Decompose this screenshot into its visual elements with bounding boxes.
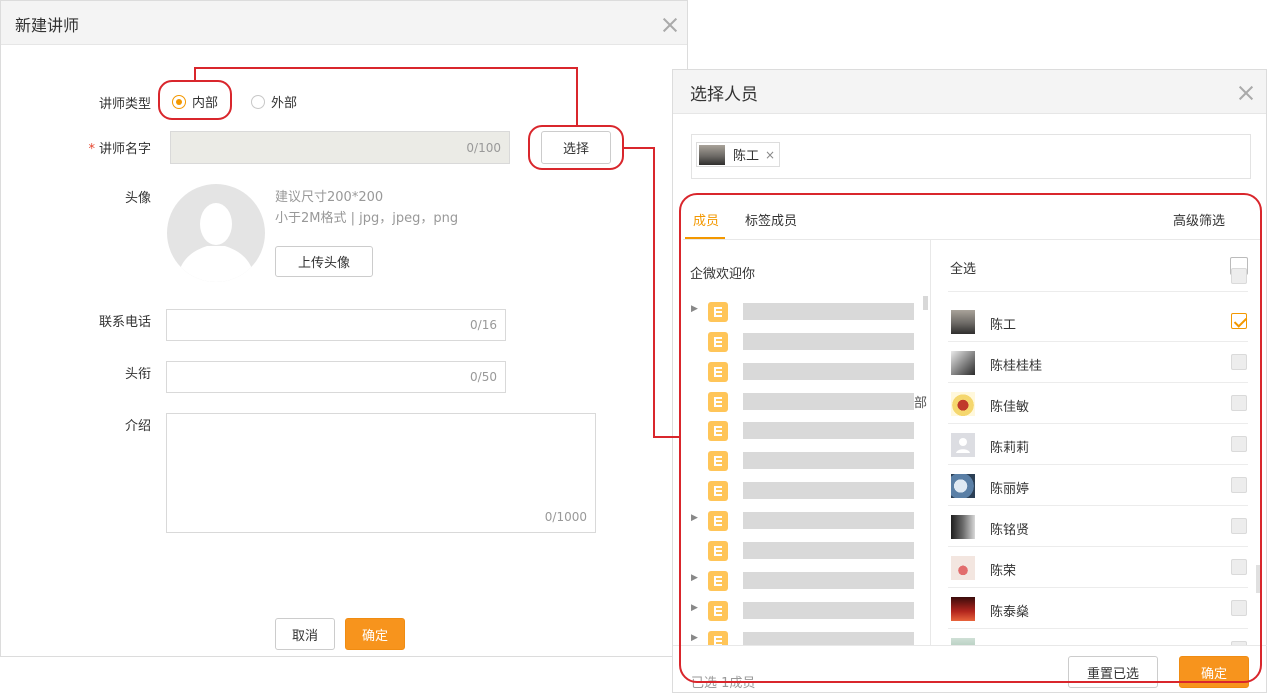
avatar-format-hint: 小于2M格式 | jpg，jpeg，png — [275, 211, 459, 226]
avatar-label: 头像 — [124, 191, 151, 206]
lecturer-name-label-text: 讲师名字 — [98, 142, 151, 157]
title-label: 头衔 — [124, 367, 151, 382]
close-icon[interactable] — [1238, 85, 1254, 101]
radio-dot — [251, 94, 265, 109]
annotation-internal-highlight — [158, 80, 232, 120]
cancel-button[interactable]: 取消 — [275, 618, 335, 650]
remove-chip-icon[interactable]: × — [765, 148, 775, 162]
radio-external-label: 外部 — [271, 96, 298, 111]
intro-textarea[interactable]: 0/1000 — [166, 413, 596, 533]
required-mark: * — [88, 142, 95, 157]
radio-external[interactable]: 外部 — [251, 92, 297, 111]
new-lecturer-dialog: 新建讲师 讲师类型 内部 外部 * 讲师名字 0/100 选择 头像 建议尺寸20… — [0, 0, 688, 657]
lecturer-name-input[interactable]: 0/100 — [170, 131, 510, 164]
annotation-connector — [194, 67, 196, 81]
lecturer-name-label: * 讲师名字 — [51, 138, 151, 157]
chip-name: 陈工 — [733, 149, 760, 164]
annotation-connector — [653, 147, 655, 438]
close-icon[interactable] — [662, 17, 678, 33]
phone-label: 联系电话 — [98, 315, 151, 330]
picker-header: 选择人员 — [673, 70, 1266, 114]
annotation-select-highlight — [528, 125, 624, 170]
annotation-picker-highlight — [679, 193, 1262, 683]
name-char-counter: 0/100 — [466, 141, 501, 155]
title-input[interactable]: 0/50 — [166, 361, 506, 393]
person-silhouette-icon — [177, 203, 255, 282]
selected-members-box: 陈工 × — [691, 134, 1251, 179]
intro-char-counter: 0/1000 — [544, 510, 587, 524]
avatar-placeholder — [167, 184, 265, 282]
selected-member-chip: 陈工 × — [696, 142, 781, 167]
avatar-size-hint: 建议尺寸200*200 — [275, 190, 384, 205]
member-photo — [699, 144, 725, 165]
annotation-connector — [576, 67, 578, 126]
phone-input[interactable]: 0/16 — [166, 309, 506, 341]
upload-avatar-button[interactable]: 上传头像 — [275, 246, 373, 277]
dialog-header: 新建讲师 — [1, 1, 687, 45]
lecturer-type-label: 讲师类型 — [98, 97, 151, 112]
title-char-counter: 0/50 — [470, 370, 497, 384]
confirm-button[interactable]: 确定 — [345, 618, 405, 650]
annotation-connector — [653, 436, 680, 438]
dialog-title: 新建讲师 — [15, 16, 80, 35]
intro-label: 介绍 — [124, 419, 151, 434]
picker-title: 选择人员 — [690, 85, 758, 105]
annotation-connector — [623, 147, 655, 149]
phone-char-counter: 0/16 — [470, 318, 497, 332]
annotation-connector — [194, 67, 578, 69]
